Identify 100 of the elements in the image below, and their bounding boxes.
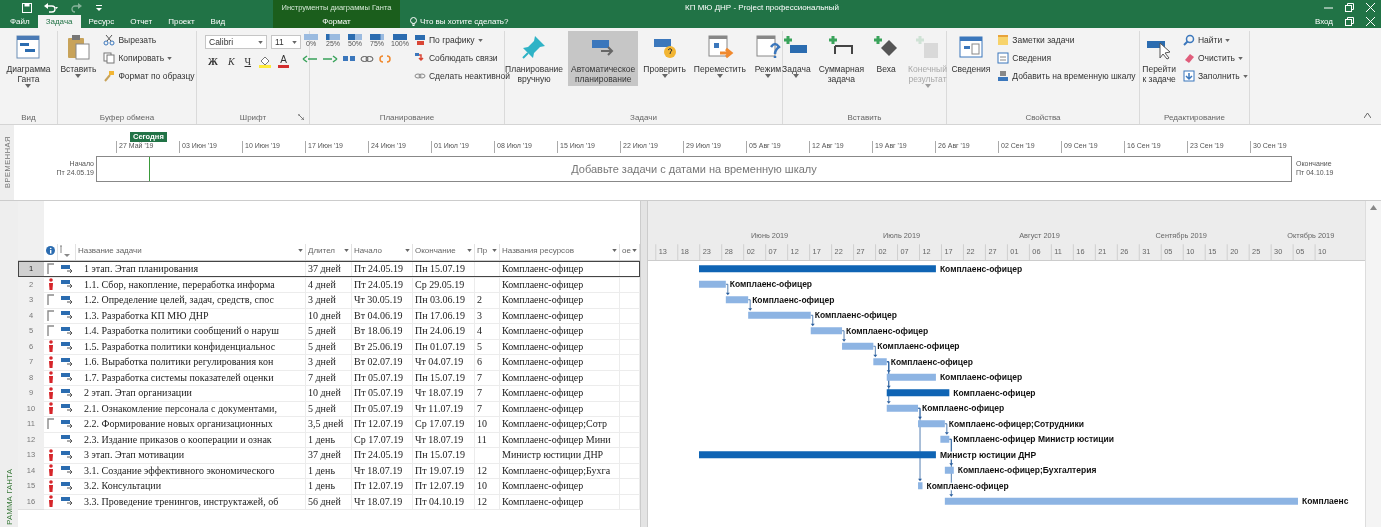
task-bar[interactable] [918, 420, 945, 428]
ribbon-tab[interactable]: Ресурс [80, 15, 123, 28]
ribbon-button[interactable]: Заметки задачи [995, 33, 1138, 47]
scrollbar[interactable] [1365, 201, 1381, 527]
column-header[interactable]: Названия ресурсов [500, 244, 620, 260]
task-bar[interactable] [725, 296, 749, 304]
caret-icon [405, 249, 410, 252]
task-bar[interactable] [748, 311, 811, 319]
ribbon-button[interactable]: Автоматическое планирование [568, 31, 639, 86]
close-icon[interactable] [1366, 3, 1375, 12]
ribbon-button[interactable]: Копировать [101, 51, 197, 65]
ribbon-tab[interactable]: Задача [37, 15, 81, 28]
task-name-cell: 3 этап. Этап мотивации [76, 447, 306, 464]
format-button[interactable]: К [224, 56, 238, 67]
progress-bar-icon [370, 34, 385, 40]
task-bar[interactable] [940, 435, 950, 443]
ribbon-button[interactable]: Сведения [948, 31, 994, 76]
timeline-bar[interactable]: Добавьте задачи с датами на временную шкалу [96, 156, 1292, 182]
ribbon-tab[interactable]: Вид [202, 15, 234, 28]
fill-color-icon[interactable] [258, 55, 273, 68]
ribbon-button[interactable]: Диаграмма Ганта [3, 31, 54, 90]
ribbon-button[interactable]: Перейти к задаче [1139, 31, 1179, 86]
bar-label: Комплаенс-офицер;Бухгалтерия [957, 465, 1097, 476]
ribbon-button[interactable]: Формат по образцу [101, 69, 197, 83]
column-header[interactable]: Название задачи [76, 244, 306, 260]
ribbon-button[interactable]: Вставить [57, 31, 100, 80]
unlink-icon[interactable] [378, 53, 393, 65]
tell-me-field[interactable]: Что вы хотите сделать? [420, 17, 509, 26]
ribbon-button[interactable]: Проверить [640, 31, 689, 80]
link-icon[interactable] [360, 53, 375, 65]
resources-cell: Комплаенс-офицер [500, 400, 620, 417]
task-mode-icon [61, 342, 73, 351]
save-icon[interactable] [22, 2, 32, 13]
redo-icon[interactable] [70, 2, 84, 13]
ribbon-button[interactable]: Веха [869, 31, 904, 76]
undo-icon[interactable] [44, 2, 58, 13]
ribbon-button[interactable]: По графику [411, 33, 512, 47]
bar-label: Комплаенс-офицер [877, 341, 960, 352]
column-header[interactable]: Длител [306, 244, 352, 260]
format-button[interactable]: Ж [205, 56, 221, 67]
task-mode-icon [61, 295, 73, 304]
column-header[interactable]: Окончание [413, 244, 475, 260]
group-label: Свойства [1025, 112, 1061, 122]
duration-cell: 3,5 дней [306, 416, 352, 433]
ribbon-button[interactable]: Суммарная задача [815, 31, 868, 86]
font-color-button[interactable]: A [276, 55, 292, 68]
format-button[interactable]: Ч [241, 56, 255, 67]
ribbon-button[interactable]: Найти [1181, 33, 1250, 47]
task-bar[interactable] [699, 280, 726, 288]
ribbon-display-icon[interactable] [1345, 17, 1354, 26]
finish-cell: Чт 18.07.19 [413, 385, 475, 402]
scroll-up-icon[interactable] [1370, 205, 1377, 210]
predecessors-cell: 7 [475, 369, 500, 386]
task-bar[interactable] [842, 342, 874, 350]
ribbon-tab[interactable]: Файл [2, 15, 38, 28]
predecessors-cell: 6 [475, 354, 500, 371]
predecessors-cell [475, 276, 500, 293]
column-header[interactable]: Начало [352, 244, 413, 260]
ribbon-button[interactable]: Добавить на временную шкалу [995, 69, 1138, 83]
task-bar[interactable] [944, 497, 1298, 505]
summary-bar[interactable] [699, 265, 936, 273]
task-bar[interactable] [886, 373, 936, 381]
ribbon-button[interactable]: Заполнить [1181, 69, 1250, 83]
start-cell: Пт 05.07.19 [352, 385, 413, 402]
resources-cell: Комплаенс-офицер [500, 307, 620, 324]
task-bar[interactable] [873, 358, 887, 366]
caret-icon [612, 249, 617, 252]
ribbon-tab[interactable]: Отчет [122, 15, 161, 28]
summary-bar[interactable] [699, 451, 936, 459]
resources-cell: Комплаенс-офицер;Сотр [500, 416, 620, 433]
collapse-ribbon-icon[interactable] [1364, 113, 1371, 118]
outdent-icon[interactable] [302, 53, 319, 65]
indent-icon[interactable] [322, 53, 339, 65]
ribbon-button[interactable]: Вырезать [101, 33, 197, 47]
task-bar[interactable] [944, 466, 954, 474]
task-bar[interactable] [810, 327, 843, 335]
summary-bar[interactable] [886, 389, 950, 397]
task-bar[interactable] [886, 404, 919, 412]
task-bar[interactable] [918, 482, 923, 490]
copy-icon [103, 52, 116, 64]
ribbon-button[interactable]: Сведения [995, 51, 1138, 65]
ribbon-button[interactable]: Соблюдать связи [411, 51, 512, 65]
sign-in-link[interactable]: Вход [1314, 17, 1333, 26]
column-header[interactable]: Пр [475, 244, 500, 260]
ribbon-tab[interactable]: Формат [273, 15, 400, 28]
ribbon-tab[interactable]: Проект [160, 15, 203, 28]
link-arrow [810, 314, 815, 327]
timeline-placeholder: Добавьте задачи с датами на временную шкалу [571, 163, 817, 175]
dialog-launcher-icon[interactable] [298, 114, 304, 120]
task-name-cell: 1.3. Разработка КП МЮ ДНР [76, 307, 306, 324]
ribbon-button[interactable]: Переместить [690, 31, 749, 80]
customize-icon[interactable] [96, 4, 102, 11]
font-size-field[interactable]: 11 [271, 35, 301, 49]
close-icon[interactable] [1366, 17, 1375, 26]
task-name-cell: 1.2. Определение целей, задач, средств, спос [76, 292, 306, 309]
predecessors-cell: 10 [475, 478, 500, 495]
font-name-field[interactable]: Calibri [205, 35, 267, 49]
restore-icon[interactable] [1345, 3, 1354, 12]
ribbon-button[interactable]: Очистить [1181, 51, 1250, 65]
task-mode-icon [61, 481, 73, 490]
